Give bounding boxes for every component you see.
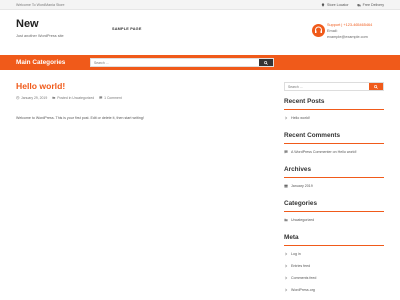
- calendar-icon: [284, 184, 288, 188]
- recent-post-label: Hello world!: [291, 116, 310, 120]
- clock-icon: [16, 96, 20, 100]
- archive-label: January 2019: [291, 184, 313, 188]
- widget-divider: [284, 177, 384, 178]
- widget-divider: [284, 143, 384, 144]
- top-links: Store Locator Free Delivery: [321, 3, 384, 7]
- welcome-text: Welcome To WordMania Store: [16, 3, 65, 7]
- recent-post-item[interactable]: Hello world!: [284, 116, 310, 120]
- menu-item-sample-page[interactable]: SAMPLE PAGE: [112, 27, 142, 31]
- main-categories-toggle[interactable]: Main Categories: [16, 59, 65, 66]
- nav-search-button[interactable]: [259, 59, 273, 66]
- widget-divider: [284, 245, 384, 246]
- post-content: Welcome to WordPress. This is your first…: [16, 116, 144, 120]
- meta-item-comments-feed[interactable]: Comments feed: [284, 276, 316, 280]
- widget-title-categories: Categories: [284, 200, 318, 207]
- widget-divider: [284, 109, 384, 110]
- search-icon: [264, 60, 268, 65]
- post-category-text: Posted in Uncategorized: [57, 96, 95, 100]
- recent-comment-label: A WordPress Commenter on Hello world!: [291, 150, 357, 154]
- post-title[interactable]: Hello world!: [16, 81, 65, 91]
- search-icon: [374, 84, 378, 89]
- site-tagline: Just another WordPress site: [16, 34, 64, 38]
- support-info: Support | +123-465465464 Email: example@…: [327, 22, 372, 40]
- widget-title-archives: Archives: [284, 166, 311, 173]
- store-locator-label: Store Locator: [327, 3, 349, 7]
- sidebar-search-box: [284, 82, 384, 91]
- top-bar: Welcome To WordMania Store Store Locator…: [0, 0, 400, 10]
- meta-label: Log in: [291, 252, 301, 256]
- post-category[interactable]: Posted in Uncategorized: [52, 96, 94, 100]
- nav-search-box: [90, 58, 274, 67]
- folder-icon: [284, 218, 288, 222]
- folder-icon: [52, 96, 56, 100]
- sidebar-search-input[interactable]: [285, 83, 369, 90]
- widget-title-recent-comments: Recent Comments: [284, 132, 341, 139]
- chevron-right-icon: [285, 288, 288, 292]
- meta-item-login[interactable]: Log in: [284, 252, 301, 256]
- post-date[interactable]: January 29, 2019: [16, 96, 47, 100]
- comment-icon: [284, 150, 288, 154]
- free-delivery-label: Free Delivery: [362, 3, 384, 7]
- widget-title-recent-posts: Recent Posts: [284, 98, 325, 105]
- main-navbar: Main Categories: [0, 55, 400, 70]
- widget-divider: [284, 211, 384, 212]
- post-comments[interactable]: 1 Comment: [99, 96, 122, 100]
- headset-icon: [312, 24, 325, 37]
- sidebar-search-button[interactable]: [369, 83, 383, 90]
- post-comments-text: 1 Comment: [104, 96, 122, 100]
- truck-icon: [357, 4, 361, 7]
- nav-search-input[interactable]: [91, 59, 261, 66]
- site-title[interactable]: New: [16, 18, 39, 30]
- chevron-right-icon: [285, 252, 288, 256]
- post-meta: January 29, 2019 Posted in Uncategorized…: [16, 96, 122, 100]
- comment-icon: [99, 96, 103, 100]
- map-pin-icon: [321, 3, 325, 7]
- chevron-right-icon: [285, 264, 288, 268]
- free-delivery-link[interactable]: Free Delivery: [357, 3, 384, 7]
- store-locator-link[interactable]: Store Locator: [321, 3, 349, 7]
- meta-label: Entries feed: [291, 264, 311, 268]
- category-label: Uncategorized: [291, 218, 315, 222]
- meta-item-wordpress-org[interactable]: WordPress.org: [284, 288, 315, 292]
- widget-title-meta: Meta: [284, 234, 299, 241]
- meta-item-entries-feed[interactable]: Entries feed: [284, 264, 310, 268]
- email-value[interactable]: example@example.com: [327, 34, 372, 40]
- headset-glyph: [315, 26, 322, 33]
- post-date-text: January 29, 2019: [21, 96, 48, 100]
- meta-label: WordPress.org: [291, 288, 315, 292]
- chevron-right-icon: [285, 116, 288, 120]
- meta-label: Comments feed: [291, 276, 317, 280]
- category-item[interactable]: Uncategorized: [284, 218, 314, 222]
- recent-comment-item[interactable]: A WordPress Commenter on Hello world!: [284, 150, 356, 154]
- archive-item[interactable]: January 2019: [284, 184, 313, 188]
- chevron-right-icon: [285, 276, 288, 280]
